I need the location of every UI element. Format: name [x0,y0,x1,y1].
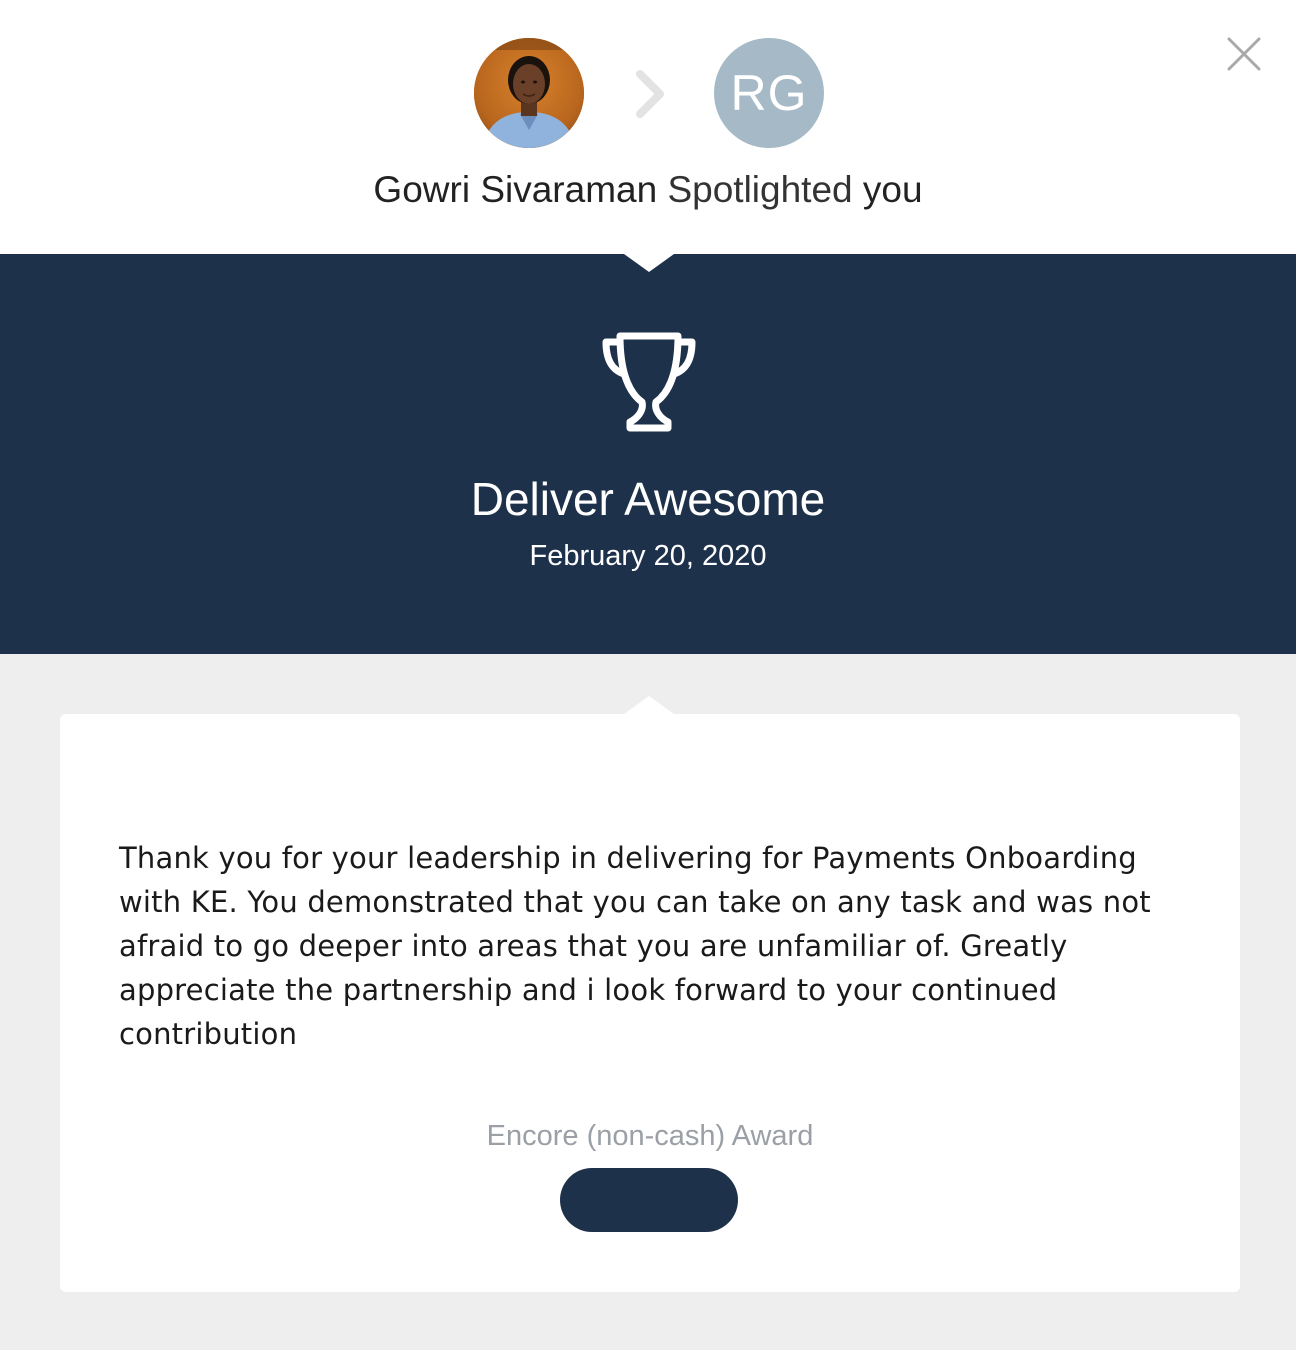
banner-notch [624,254,674,272]
spotlight-headline: Gowri Sivaraman Spotlighted you [0,166,1296,214]
spotlight-header: RG Gowri Sivaraman Spotlighted you [0,0,1296,254]
message-card: Thank you for your leadership in deliver… [60,714,1240,1292]
recipient-avatar: RG [714,38,824,148]
close-button[interactable] [1222,32,1266,76]
message-area: Thank you for your leadership in deliver… [0,654,1296,1350]
award-title: Deliver Awesome [470,473,826,525]
recipient-text: you [862,169,923,210]
chevron-right-icon [636,70,664,118]
close-icon[interactable] [1222,32,1266,76]
trophy-icon [602,332,696,432]
award-type-label: Encore (non-cash) Award [486,1120,814,1152]
award-banner: Deliver Awesome February 20, 2020 [0,254,1296,654]
action-text: Spotlighted [667,169,853,210]
award-date: February 20, 2020 [529,540,767,572]
card-notch [624,696,674,714]
sender-avatar [474,38,584,148]
sender-avatar-photo [474,38,584,148]
sender-name[interactable]: Gowri Sivaraman [373,169,657,210]
spotlight-message: Thank you for your leadership in deliver… [119,841,1151,1051]
award-value-button[interactable] [560,1168,738,1232]
